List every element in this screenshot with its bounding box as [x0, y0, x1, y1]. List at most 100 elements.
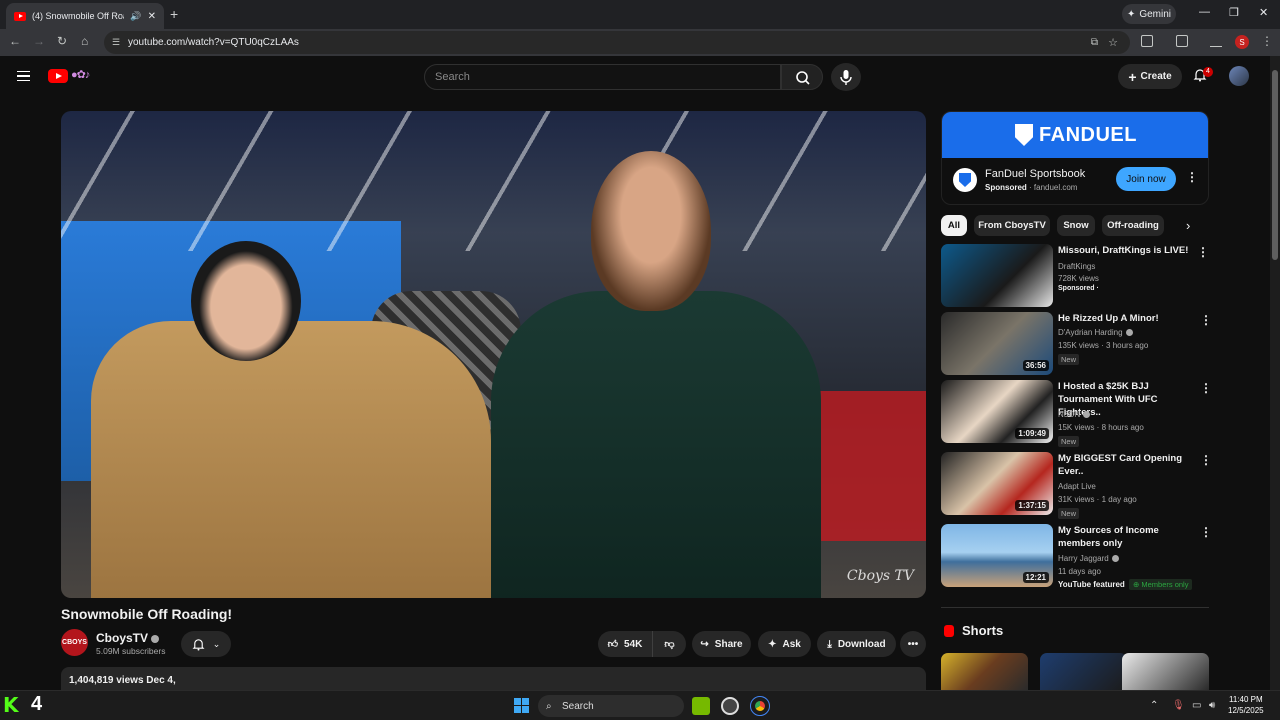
video-title: Snowmobile Off Roading!	[61, 606, 233, 622]
chip-all[interactable]: All	[941, 215, 967, 236]
rec-meta: 11 days ago	[1058, 567, 1101, 576]
ad-more-icon[interactable]: ⋮	[1186, 170, 1198, 184]
sparkle-icon: ✦	[768, 638, 777, 650]
rec-channel[interactable]: N3ON	[1058, 410, 1091, 419]
search-button[interactable]	[781, 64, 823, 90]
like-button[interactable]: 👍︎ 54K	[598, 631, 652, 657]
taskbar-search[interactable]: ⌕ Search	[538, 695, 684, 717]
description-box[interactable]: 1,404,819 views Dec 4,	[61, 667, 926, 691]
volume-icon[interactable]: 🔊︎	[1209, 700, 1215, 711]
minimize-button[interactable]: —	[1199, 6, 1210, 18]
download-button[interactable]: ⤓ Download	[817, 631, 896, 657]
short-thumbnail[interactable]	[1122, 653, 1209, 690]
site-info-icon[interactable]: ☰	[112, 37, 120, 48]
rec-channel[interactable]: DraftKings	[1058, 262, 1095, 271]
tray-chevron-icon[interactable]: ⌃	[1150, 700, 1158, 711]
new-tab-button[interactable]: +	[170, 6, 178, 22]
scrollbar-thumb[interactable]	[1272, 70, 1278, 260]
ad-title[interactable]: FanDuel Sportsbook	[985, 168, 1085, 180]
notification-count-badge: 4	[1203, 67, 1213, 77]
ad-banner[interactable]: FANDUEL	[942, 112, 1208, 158]
video-thumbnail[interactable]: 1:09:49	[941, 380, 1053, 443]
video-thumbnail[interactable]: 12:21	[941, 524, 1053, 587]
rec-channel[interactable]: D'Aydrian Harding	[1058, 328, 1133, 337]
chevron-right-icon[interactable]: ›	[1186, 218, 1190, 233]
thumbs-down-icon: 👎︎	[664, 639, 675, 650]
bookmark-star-icon[interactable]: ☆	[1108, 36, 1118, 49]
rec-more-icon[interactable]: ⋮	[1200, 525, 1212, 539]
chip-off-roading[interactable]: Off-roading	[1102, 215, 1164, 236]
search-icon: ⌕	[546, 700, 552, 712]
browser-tab[interactable]: (4) Snowmobile Off Roading 🔊 ✕	[6, 3, 164, 29]
youtube-logo-icon[interactable]	[48, 69, 68, 83]
youtube-header: ●✿♪ Search + Create	[0, 56, 1270, 98]
rec-title[interactable]: Missouri, DraftKings is LIVE!	[1058, 244, 1193, 257]
short-thumbnail[interactable]	[1040, 653, 1127, 690]
close-window-button[interactable]: ✕	[1259, 6, 1268, 19]
forward-icon[interactable]: →	[33, 34, 45, 48]
rec-more-icon[interactable]: ⋮	[1197, 245, 1209, 259]
rec-channel[interactable]: Adapt Live	[1058, 482, 1096, 491]
list-item[interactable]: 1:09:49 I Hosted a $25K BJJ Tournament W…	[941, 380, 1212, 447]
rec-more-icon[interactable]: ⋮	[1200, 381, 1212, 395]
divider	[941, 607, 1209, 608]
profile-avatar[interactable]: S	[1235, 35, 1249, 49]
list-item[interactable]: 36:56 He Rizzed Up A Minor! D'Aydrian Ha…	[941, 312, 1212, 376]
verified-icon	[1083, 411, 1091, 419]
rec-title[interactable]: My Sources of Income members only	[1058, 524, 1193, 550]
menu-icon[interactable]: ⋮	[1261, 34, 1273, 48]
rec-channel[interactable]: Harry Jaggard	[1058, 554, 1119, 563]
fanduel-shield-icon	[1015, 124, 1034, 146]
rec-more-icon[interactable]: ⋮	[1200, 313, 1212, 327]
extensions-icon[interactable]	[1141, 35, 1153, 47]
video-thumbnail[interactable]: 1:37:15	[941, 452, 1053, 515]
tab-close-icon[interactable]: ✕	[148, 11, 156, 22]
address-bar[interactable]: ☰ youtube.com/watch?v=QTU0qCzLAAs ⧉ ☆	[104, 31, 1130, 54]
install-icon[interactable]: ⧉	[1091, 37, 1098, 48]
video-thumbnail[interactable]: 36:56	[941, 312, 1053, 375]
list-item[interactable]: 12:21 My Sources of Income members only …	[941, 524, 1212, 590]
subscription-notifications-button[interactable]: ⌄	[181, 631, 231, 657]
chrome-icon[interactable]	[750, 696, 770, 716]
search-input[interactable]: Search	[424, 64, 781, 90]
tab-search-icon[interactable]	[1210, 35, 1222, 47]
microphone-tray-icon[interactable]: 🎙︎	[1172, 700, 1185, 711]
rec-title[interactable]: He Rizzed Up A Minor!	[1058, 312, 1193, 325]
chip-snow[interactable]: Snow	[1057, 215, 1095, 236]
voice-search-button[interactable]	[831, 63, 861, 91]
more-actions-button[interactable]: •••	[900, 631, 926, 657]
short-thumbnail[interactable]	[941, 653, 1028, 690]
rec-more-icon[interactable]: ⋮	[1200, 453, 1212, 467]
youtube-doodle-icon[interactable]: ●✿♪	[71, 68, 107, 84]
windows-start-icon[interactable]	[514, 698, 529, 713]
create-button[interactable]: + Create	[1118, 64, 1182, 89]
list-item[interactable]: Missouri, DraftKings is LIVE! DraftKings…	[941, 244, 1209, 308]
channel-avatar[interactable]: CBOYS	[61, 629, 88, 656]
gemini-button[interactable]: ✦ Gemini	[1122, 4, 1176, 24]
youtube-favicon-icon	[14, 11, 26, 21]
join-now-button[interactable]: Join now	[1116, 167, 1176, 191]
steam-icon[interactable]	[721, 697, 739, 715]
hamburger-menu-icon[interactable]	[17, 71, 30, 81]
share-button[interactable]: ↪ Share	[692, 631, 751, 657]
back-icon[interactable]: ←	[9, 34, 21, 48]
maximize-button[interactable]: ❐	[1229, 6, 1239, 19]
list-item[interactable]: 1:37:15 My BIGGEST Card Opening Ever.. A…	[941, 452, 1212, 519]
rec-sponsored: Sponsored ·	[1058, 285, 1099, 292]
channel-name[interactable]: CboysTV	[96, 631, 160, 645]
audio-icon[interactable]: 🔊	[130, 11, 141, 22]
media-icon[interactable]	[1176, 35, 1188, 47]
rec-title[interactable]: My BIGGEST Card Opening Ever..	[1058, 452, 1193, 478]
ask-button[interactable]: ✦ Ask	[758, 631, 811, 657]
dislike-button[interactable]: 👎︎	[652, 631, 686, 657]
chip-from-channel[interactable]: From CboysTV	[974, 215, 1050, 236]
account-avatar[interactable]	[1229, 66, 1249, 86]
video-thumbnail[interactable]	[941, 244, 1053, 307]
network-icon[interactable]: ▭	[1192, 700, 1201, 711]
video-player[interactable]: Cboys TV	[61, 111, 926, 598]
nvidia-icon[interactable]	[692, 697, 710, 715]
sponsored-ad[interactable]: FANDUEL FanDuel Sportsbook Sponsored · f…	[941, 111, 1209, 205]
reload-icon[interactable]: ↻	[57, 34, 67, 48]
home-icon[interactable]: ⌂	[81, 34, 88, 48]
taskbar-clock[interactable]: 11:40 PM 12/5/2025	[1228, 694, 1264, 716]
